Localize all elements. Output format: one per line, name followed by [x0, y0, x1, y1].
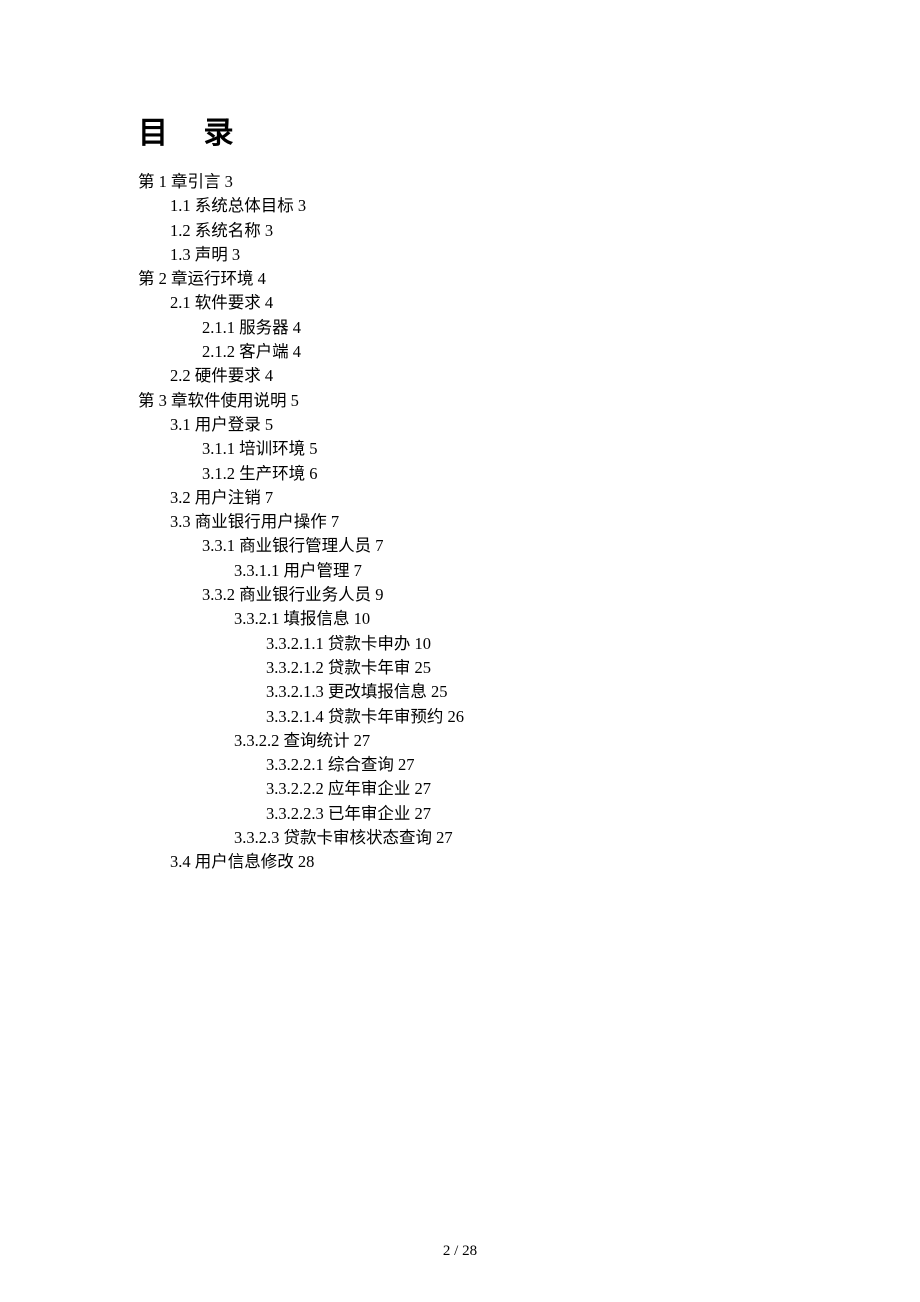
toc-entry: 3.3.2.2.3 已年审企业 27 — [266, 802, 820, 826]
toc-entry: 3.3.2.2.2 应年审企业 27 — [266, 777, 820, 801]
toc-entry: 2.1 软件要求 4 — [170, 291, 820, 315]
toc-entry: 2.1.2 客户端 4 — [202, 340, 820, 364]
toc-entry: 第 1 章引言 3 — [138, 170, 820, 194]
toc-entry: 3.3.2.1.3 更改填报信息 25 — [266, 680, 820, 704]
toc-entry: 3.3.2.1 填报信息 10 — [234, 607, 820, 631]
toc-entry: 3.1.2 生产环境 6 — [202, 462, 820, 486]
page-number: 2 / 28 — [0, 1243, 920, 1260]
toc-entry: 2.2 硬件要求 4 — [170, 364, 820, 388]
toc-entry: 1.1 系统总体目标 3 — [170, 194, 820, 218]
toc-entry: 3.3.1 商业银行管理人员 7 — [202, 534, 820, 558]
toc-entry: 3.3.2.3 贷款卡审核状态查询 27 — [234, 826, 820, 850]
toc-entry: 第 2 章运行环境 4 — [138, 267, 820, 291]
toc-entry: 3.3.1.1 用户管理 7 — [234, 559, 820, 583]
toc-list: 第 1 章引言 31.1 系统总体目标 31.2 系统名称 31.3 声明 3第… — [138, 170, 820, 875]
toc-entry: 3.3.2.1.4 贷款卡年审预约 26 — [266, 705, 820, 729]
toc-entry: 1.3 声明 3 — [170, 243, 820, 267]
toc-entry: 3.3.2.1.1 贷款卡申办 10 — [266, 632, 820, 656]
toc-entry: 3.4 用户信息修改 28 — [170, 850, 820, 874]
toc-entry: 3.3.2.2 查询统计 27 — [234, 729, 820, 753]
toc-entry: 3.3.2.2.1 综合查询 27 — [266, 753, 820, 777]
toc-entry: 3.3.2.1.2 贷款卡年审 25 — [266, 656, 820, 680]
toc-entry: 第 3 章软件使用说明 5 — [138, 389, 820, 413]
toc-entry: 3.1 用户登录 5 — [170, 413, 820, 437]
toc-entry: 3.1.1 培训环境 5 — [202, 437, 820, 461]
toc-title: 目 录 — [138, 108, 820, 152]
toc-entry: 2.1.1 服务器 4 — [202, 316, 820, 340]
toc-entry: 3.3.2 商业银行业务人员 9 — [202, 583, 820, 607]
toc-entry: 1.2 系统名称 3 — [170, 219, 820, 243]
toc-entry: 3.2 用户注销 7 — [170, 486, 820, 510]
document-page: 目 录 第 1 章引言 31.1 系统总体目标 31.2 系统名称 31.3 声… — [0, 0, 920, 1302]
toc-entry: 3.3 商业银行用户操作 7 — [170, 510, 820, 534]
